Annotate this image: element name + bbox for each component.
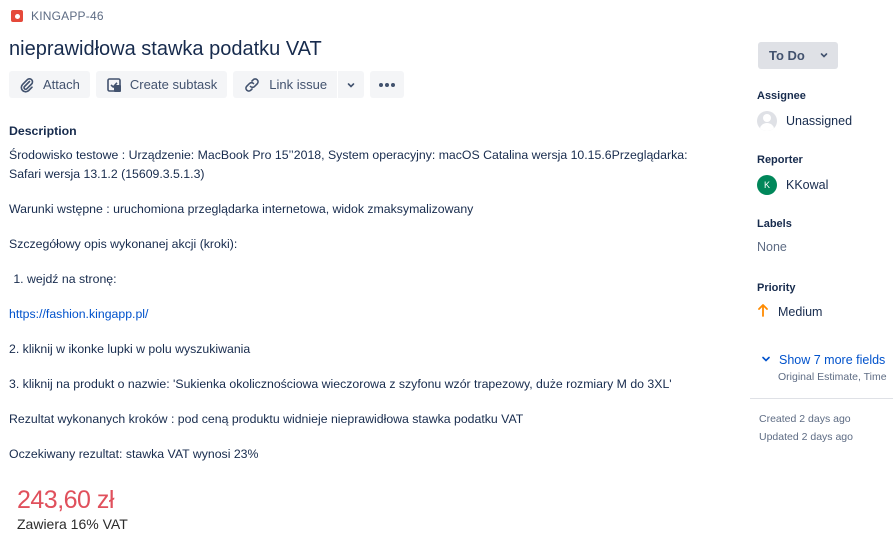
labels-label: Labels (757, 218, 792, 230)
price-screenshot-attachment: 243,60 zł Zawiera 16% VAT (17, 485, 128, 533)
create-subtask-label: Create subtask (129, 77, 218, 92)
bug-icon (11, 10, 23, 22)
chevron-down-icon (346, 80, 356, 90)
description-link-paragraph: https://fashion.kingapp.pl/ (9, 305, 709, 324)
show-more-label: Show 7 more fields (779, 353, 886, 367)
reporter-label: Reporter (757, 154, 803, 166)
assignee-label: Assignee (757, 90, 806, 102)
steps-list: wejdź na stronę: (9, 270, 709, 289)
description-preconditions: Warunki wstępne : uruchomiona przeglądar… (9, 202, 474, 216)
step-1: wejdź na stronę: (27, 270, 709, 289)
chevron-down-icon (761, 353, 771, 367)
updated-timestamp: Updated 2 days ago (759, 431, 853, 443)
labels-field[interactable]: None (757, 240, 787, 254)
link-issue-button[interactable]: Link issue (233, 71, 338, 98)
status-dropdown-button[interactable]: To Do (758, 42, 838, 69)
assignee-value: Unassigned (786, 114, 853, 128)
shop-link[interactable]: https://fashion.kingapp.pl/ (9, 307, 148, 321)
step-2: 2. kliknij w ikonke lupki w polu wyszuki… (9, 342, 251, 356)
assignee-field[interactable]: Unassigned (757, 111, 852, 131)
attach-button[interactable]: Attach (9, 71, 90, 98)
more-actions-button[interactable] (370, 71, 405, 98)
link-icon (243, 77, 261, 93)
issue-key-breadcrumb[interactable]: KINGAPP-46 (11, 9, 104, 23)
reporter-avatar: K (757, 175, 777, 195)
priority-field[interactable]: Medium (757, 303, 822, 320)
show-more-fields-hint: Original Estimate, Time (778, 371, 887, 383)
sidebar-divider (750, 398, 893, 399)
link-issue-dropdown-button[interactable] (338, 71, 365, 98)
attach-label: Attach (43, 77, 80, 92)
description-heading: Description (9, 124, 77, 138)
priority-value: Medium (778, 304, 823, 319)
chevron-down-icon (819, 48, 829, 63)
description-environment: Środowisko testowe : Urządzenie: MacBook… (9, 146, 709, 184)
more-icon (378, 82, 396, 88)
created-timestamp: Created 2 days ago (759, 413, 851, 425)
description-section[interactable]: Description Środowisko testowe : Urządze… (9, 122, 709, 480)
description-expected: Oczekiwany rezultat: stawka VAT wynosi 2… (9, 447, 259, 461)
issue-title[interactable]: nieprawidłowa stawka podatku VAT (9, 38, 322, 61)
paperclip-icon (19, 77, 35, 93)
reporter-value: KKowal (786, 178, 829, 192)
issue-toolbar: Attach Create subtask Link issue (9, 71, 405, 98)
link-issue-group: Link issue (233, 71, 365, 98)
status-label: To Do (769, 48, 805, 63)
step-3: 3. kliknij na produkt o nazwie: 'Sukienk… (9, 377, 672, 391)
subtask-icon (106, 77, 122, 93)
unassigned-avatar-icon (757, 111, 777, 131)
description-steps-intro: Szczegółowy opis wykonanej akcji (kroki)… (9, 237, 238, 251)
priority-label: Priority (757, 282, 796, 294)
product-price: 243,60 zł (17, 486, 114, 514)
environment-line-2: Safari wersja 13.1.2 (15609.3.5.1.3) (9, 167, 205, 181)
link-issue-label: Link issue (269, 77, 328, 92)
environment-line-1: Środowisko testowe : Urządzenie: MacBook… (9, 148, 688, 162)
reporter-field[interactable]: K KKowal (757, 175, 828, 195)
labels-value: None (757, 240, 787, 254)
priority-medium-icon (757, 303, 769, 320)
vat-note: Zawiera 16% VAT (17, 516, 128, 532)
create-subtask-button[interactable]: Create subtask (95, 71, 228, 98)
issue-key[interactable]: KINGAPP-46 (31, 9, 104, 23)
description-result: Rezultat wykonanych kroków : pod ceną pr… (9, 412, 524, 426)
show-more-fields-button[interactable]: Show 7 more fields (761, 353, 885, 367)
